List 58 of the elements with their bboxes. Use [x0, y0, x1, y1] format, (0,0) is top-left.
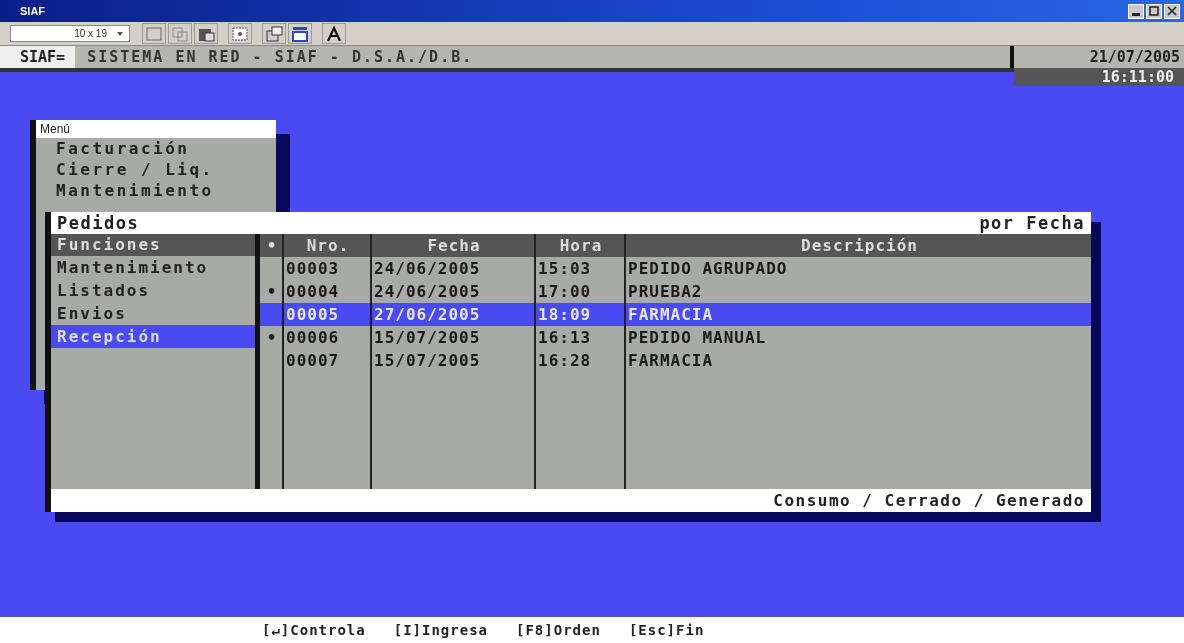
shortcut-hint: [Esc]Fin	[628, 622, 705, 638]
function-item[interactable]: Envios	[51, 302, 255, 325]
table-cell: PEDIDO MANUAL	[624, 326, 1091, 349]
font-icon[interactable]	[322, 23, 346, 44]
function-item[interactable]: Recepción	[51, 325, 255, 348]
sort-order-label: por Fecha	[979, 212, 1085, 234]
font-size-select[interactable]: 10 x 19	[10, 25, 130, 42]
column-header[interactable]: •	[260, 234, 282, 257]
table-cell-text: •	[265, 327, 279, 349]
shortcut-hint: [↵]Controla	[262, 622, 366, 638]
table-cell: FARMACIA	[624, 349, 1091, 372]
minimize-icon	[1132, 12, 1140, 16]
function-item[interactable]: Listados	[51, 279, 255, 302]
minimize-button[interactable]	[1128, 3, 1144, 19]
window-title: SIAF	[20, 5, 46, 17]
table-cell: 27/06/2005	[370, 303, 534, 326]
table-cell: 00007	[282, 349, 370, 372]
table-cell: 00006	[282, 326, 370, 349]
menu-title: Menú	[36, 120, 276, 138]
functions-header: Funciones	[51, 234, 255, 256]
table-cell: 16:28	[534, 349, 624, 372]
column-header[interactable]: Fecha	[370, 234, 534, 257]
table-cell: 18:09	[534, 303, 624, 326]
fullscreen-icon[interactable]	[228, 23, 252, 44]
column-header[interactable]: Hora	[534, 234, 624, 257]
table-cell: 16:13	[534, 326, 624, 349]
table-cell: FARMACIA	[624, 303, 1091, 326]
column-header[interactable]: Nro.	[282, 234, 370, 257]
table-row[interactable]: • 00006 15/07/2005 16:13 PEDIDO MANUAL	[260, 326, 1091, 349]
function-item[interactable]: Mantenimiento	[51, 256, 255, 279]
table-row[interactable]: 00007 15/07/2005 16:28 FARMACIA	[260, 349, 1091, 372]
system-title: SISTEMA EN RED - SIAF - D.S.A./D.B.	[86, 47, 475, 68]
menu-item[interactable]: Mantenimiento	[36, 180, 276, 201]
maximize-button[interactable]	[1146, 3, 1162, 19]
table-cell: 15/07/2005	[370, 349, 534, 372]
close-button[interactable]	[1164, 3, 1180, 19]
table-cell: PEDIDO AGRUPADO	[624, 257, 1091, 280]
legend-text: Consumo / Cerrado / Generado	[773, 491, 1085, 510]
table-cell-text: •	[265, 281, 279, 303]
properties-icon[interactable]	[262, 23, 286, 44]
system-label: SIAF=	[0, 46, 76, 68]
close-icon	[1167, 6, 1177, 16]
maximize-icon	[1149, 6, 1159, 16]
table-cell: 15/07/2005	[370, 326, 534, 349]
menu-item[interactable]: Facturación	[36, 138, 276, 159]
table-cell: 15:03	[534, 257, 624, 280]
paste-icon[interactable]	[194, 23, 218, 44]
shortcut-hint: [I]Ingresa	[393, 622, 488, 638]
table-cell: 00005	[282, 303, 370, 326]
dialog-title: Pedidos	[57, 212, 140, 234]
time-label: 16:11:00	[1014, 68, 1184, 86]
table-row[interactable]: 00005 27/06/2005 18:09 FARMACIA	[260, 303, 1091, 326]
column-header[interactable]: Descripción	[624, 234, 1091, 257]
menu-item[interactable]: Cierre / Liq.	[36, 159, 276, 180]
table-row[interactable]: 00003 24/06/2005 15:03 PEDIDO AGRUPADO	[260, 257, 1091, 280]
table-cell: 24/06/2005	[370, 257, 534, 280]
shortcut-hint: [F8]Orden	[516, 622, 601, 638]
table-cell: 00003	[282, 257, 370, 280]
